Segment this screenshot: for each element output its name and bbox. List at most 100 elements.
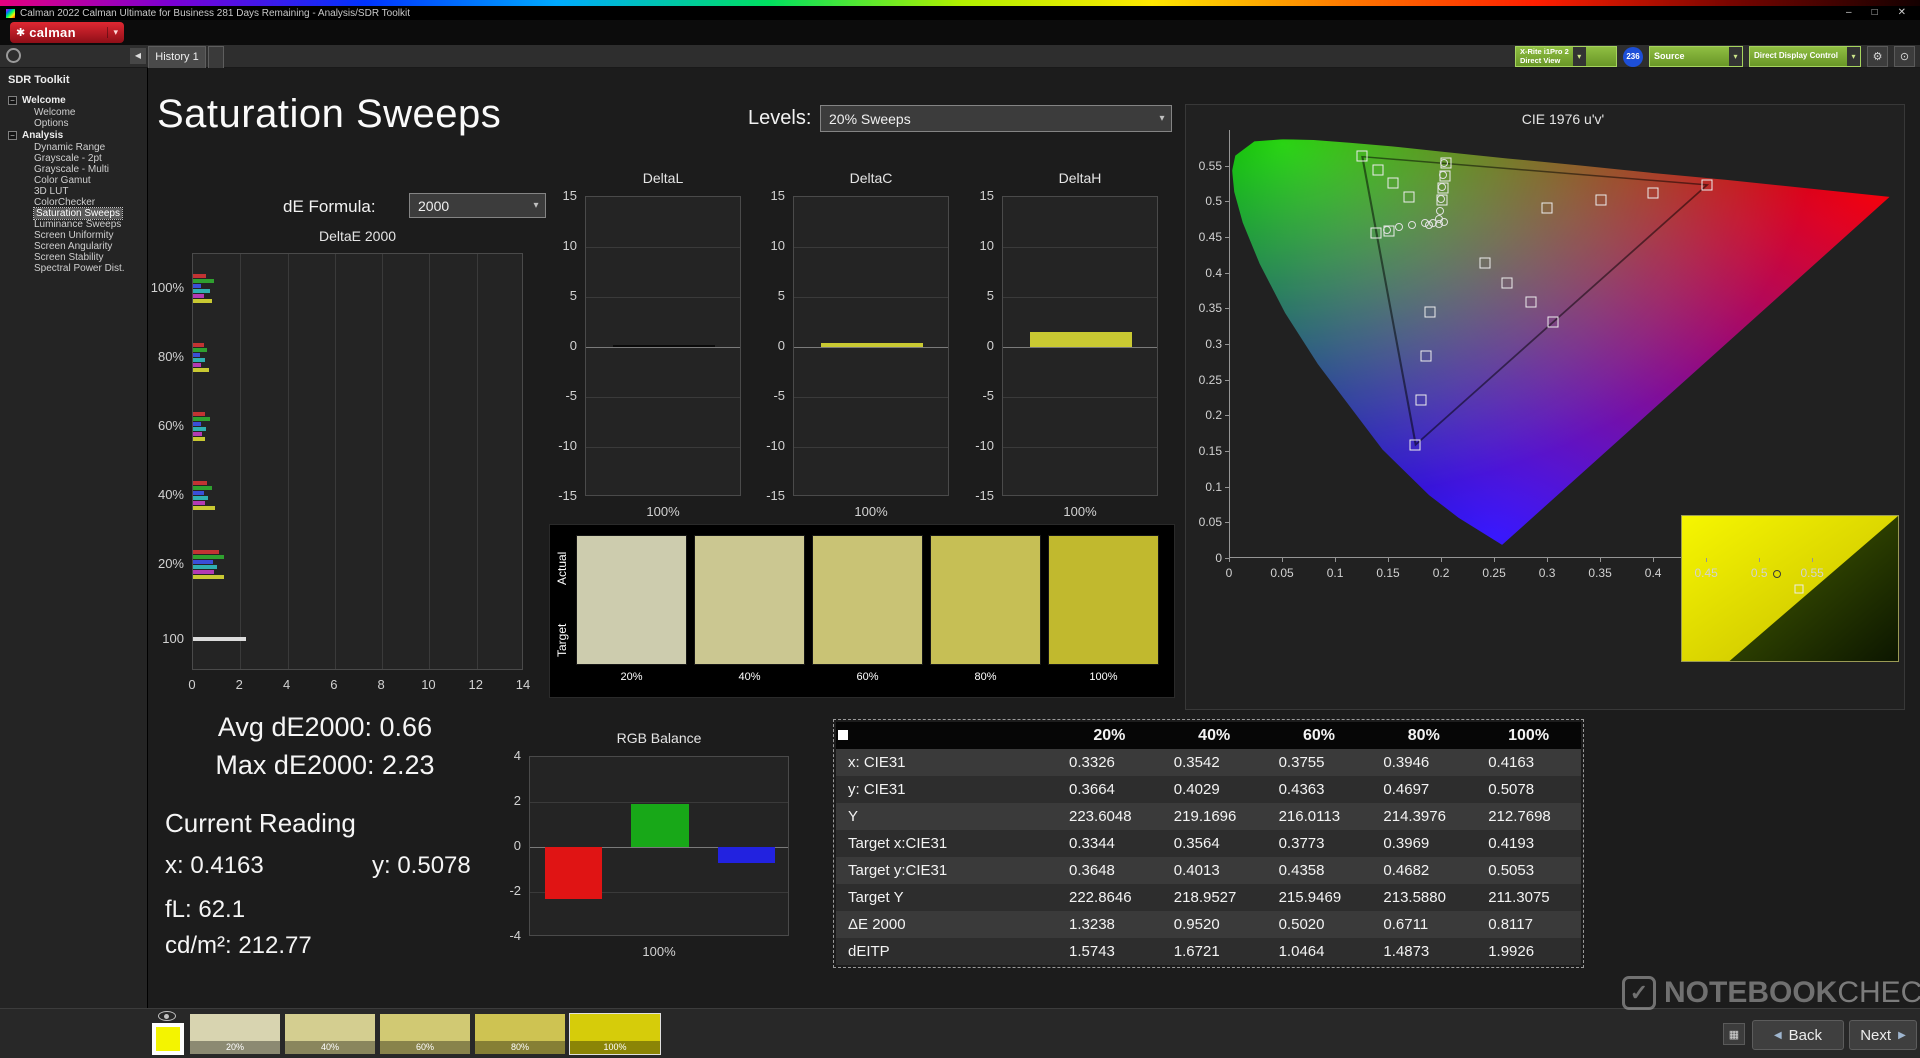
sidebar-item-color-gamut[interactable]: Color Gamut <box>0 175 147 186</box>
menubar: ✱ calman ▾ <box>0 20 1920 45</box>
sidebar-item-screen-stability[interactable]: Screen Stability <box>0 252 147 263</box>
source-label: Source <box>1650 47 1689 66</box>
table-cell: 0.3773 <box>1266 830 1372 857</box>
measurement-marker <box>1438 170 1447 179</box>
chevron-down-icon[interactable]: ▾ <box>1729 47 1742 66</box>
table-cell: 0.3969 <box>1371 830 1477 857</box>
layout-grid-button[interactable]: ▦ <box>1723 1023 1745 1045</box>
de-bar <box>193 358 205 363</box>
sidebar-item-label: Dynamic Range <box>34 142 106 153</box>
target-marker <box>1424 306 1436 318</box>
chevron-down-icon[interactable]: ▾ <box>1847 47 1860 66</box>
sidebar-item-grayscale-multi[interactable]: Grayscale - Multi <box>0 164 147 175</box>
y-tick-mark <box>1225 272 1229 274</box>
swatch-comparison-panel: Actual Target 20% 40% 60% 80% 100% <box>549 524 1175 698</box>
sidebar-item-dynamic-range[interactable]: Dynamic Range <box>0 142 147 153</box>
levels-dropdown[interactable]: 20% Sweeps ▾ <box>820 105 1172 132</box>
sidebar-item-label: Options <box>34 118 69 129</box>
x-axis-label: 100% <box>646 504 680 519</box>
sidebar-collapse-button[interactable]: ◀ <box>130 48 146 64</box>
gridline <box>586 447 740 448</box>
y-tick-label: 5 <box>569 288 577 303</box>
table-cell: 216.0113 <box>1266 803 1372 830</box>
sidebar-item-colorchecker[interactable]: ColorChecker <box>0 197 147 208</box>
column-header-80: 80% <box>1371 722 1477 749</box>
sidebar-item-welcome[interactable]: − Welcome <box>0 94 147 107</box>
gridline <box>240 254 242 669</box>
gridline <box>794 447 948 448</box>
sidebar-item-label: ColorChecker <box>34 197 96 208</box>
y-tick-label: 0.4 <box>1205 265 1222 280</box>
settings-gear-button[interactable]: ⚙ <box>1867 46 1888 67</box>
sidebar-item-luminance-sweeps[interactable]: Luminance Sweeps <box>0 219 147 230</box>
current-x-value: x: 0.4163 <box>165 852 264 879</box>
sidebar-item-3d-lut[interactable]: 3D LUT <box>0 186 147 197</box>
max-de2000-reading: Max dE2000: 2.23 <box>215 750 435 780</box>
y-tick-mark <box>1225 486 1229 488</box>
table-cell: 213.5880 <box>1371 884 1477 911</box>
calman-logo-button[interactable]: ✱ calman ▾ <box>10 22 124 43</box>
sidebar-item-screen-angularity[interactable]: Screen Angularity <box>0 241 147 252</box>
target-marker <box>1420 350 1432 362</box>
tab-strip: ◀ History 1 X-Rite i1Pro 2 Direct View ▾… <box>0 45 1920 68</box>
y-tick-label: 0.55 <box>1198 158 1222 173</box>
de-bar <box>193 299 213 304</box>
de-bar <box>193 505 216 510</box>
sidebar-item-grayscale-2pt[interactable]: Grayscale - 2pt <box>0 153 147 164</box>
patch-20%[interactable]: 20% <box>190 1014 280 1054</box>
y-tick-label: 0.1 <box>1205 479 1222 494</box>
y-tick-label: 15 <box>770 188 785 203</box>
tree-expander-icon[interactable]: − <box>8 96 17 105</box>
tree-expander-icon[interactable]: − <box>8 131 17 140</box>
tab-new-stub[interactable] <box>208 46 224 68</box>
eye-icon[interactable] <box>158 1011 176 1021</box>
patch-100%[interactable]: 100% <box>569 1013 661 1055</box>
tab-history-1[interactable]: History 1 <box>148 46 206 68</box>
patch-strip: 20% 40% 60% 80% 100% <box>190 1013 670 1055</box>
y-tick-label: 0.5 <box>1205 194 1222 209</box>
x-tick-label: 0.4 <box>1644 566 1662 580</box>
de-bar <box>193 412 205 417</box>
sidebar-item-welcome[interactable]: Welcome <box>0 107 147 118</box>
display-control-dropdown[interactable]: Direct Display Control ▾ <box>1749 46 1861 67</box>
back-button[interactable]: ◀ Back <box>1752 1020 1844 1050</box>
calman-window: Calman 2022 Calman Ultimate for Business… <box>0 0 1920 1058</box>
sidebar-item-saturation-sweeps[interactable]: Saturation Sweeps <box>0 207 147 220</box>
x-tick-mark <box>1229 558 1230 562</box>
patch-60%[interactable]: 60% <box>380 1014 470 1054</box>
de-bar <box>193 437 205 442</box>
table-cell: 211.3075 <box>1476 884 1581 911</box>
chevron-down-icon[interactable]: ▾ <box>1572 47 1586 66</box>
patch-40%[interactable]: 40% <box>285 1014 375 1054</box>
maximize-button[interactable]: □ <box>1872 6 1878 20</box>
patch-80%[interactable]: 80% <box>475 1014 565 1054</box>
swatch-percent-label: 100% <box>1089 671 1118 683</box>
target-marker <box>1647 187 1659 199</box>
power-button[interactable]: ⊙ <box>1894 46 1915 67</box>
close-button[interactable]: ✕ <box>1898 6 1906 20</box>
workspace-circle-button[interactable] <box>6 48 21 63</box>
x-tick-mark <box>1282 558 1284 562</box>
table-row: dEITP 1.5743 1.6721 1.0464 1.4873 1.9926 <box>836 938 1581 965</box>
sidebar-item-screen-uniformity[interactable]: Screen Uniformity <box>0 230 147 241</box>
y-tick-label: -5 <box>773 388 785 403</box>
de-formula-dropdown[interactable]: 2000 ▾ <box>409 193 546 218</box>
table-cell: 1.6721 <box>1161 938 1267 965</box>
notebookcheck-text: NOTEBOOKCHECK <box>1664 976 1920 1010</box>
patch-count-badge: 236 <box>1623 46 1643 67</box>
table-cell: 0.4163 <box>1476 749 1581 776</box>
table-cell: 0.3755 <box>1266 749 1372 776</box>
y-tick-label: 20% <box>157 555 184 571</box>
gridline <box>794 397 948 398</box>
sidebar-item-analysis[interactable]: − Analysis <box>0 129 147 142</box>
next-button[interactable]: Next ▶ <box>1849 1020 1917 1050</box>
sidebar-item-spectral-power-dist[interactable]: Spectral Power Dist. <box>0 263 147 274</box>
minimize-button[interactable]: – <box>1846 6 1852 20</box>
source-dropdown[interactable]: Source ▾ <box>1649 46 1743 67</box>
meter-dropdown[interactable]: X-Rite i1Pro 2 Direct View ▾ <box>1515 46 1617 67</box>
chart-title-cie: CIE 1976 u'v' <box>1521 111 1605 127</box>
table-header-row: 20% 40% 60% 80% 100% <box>836 722 1581 749</box>
sidebar-item-options[interactable]: Options <box>0 118 147 129</box>
table-row: ΔE 2000 1.3238 0.9520 0.5020 0.6711 0.8117 <box>836 911 1581 938</box>
row-label: ΔE 2000 <box>836 911 1057 938</box>
